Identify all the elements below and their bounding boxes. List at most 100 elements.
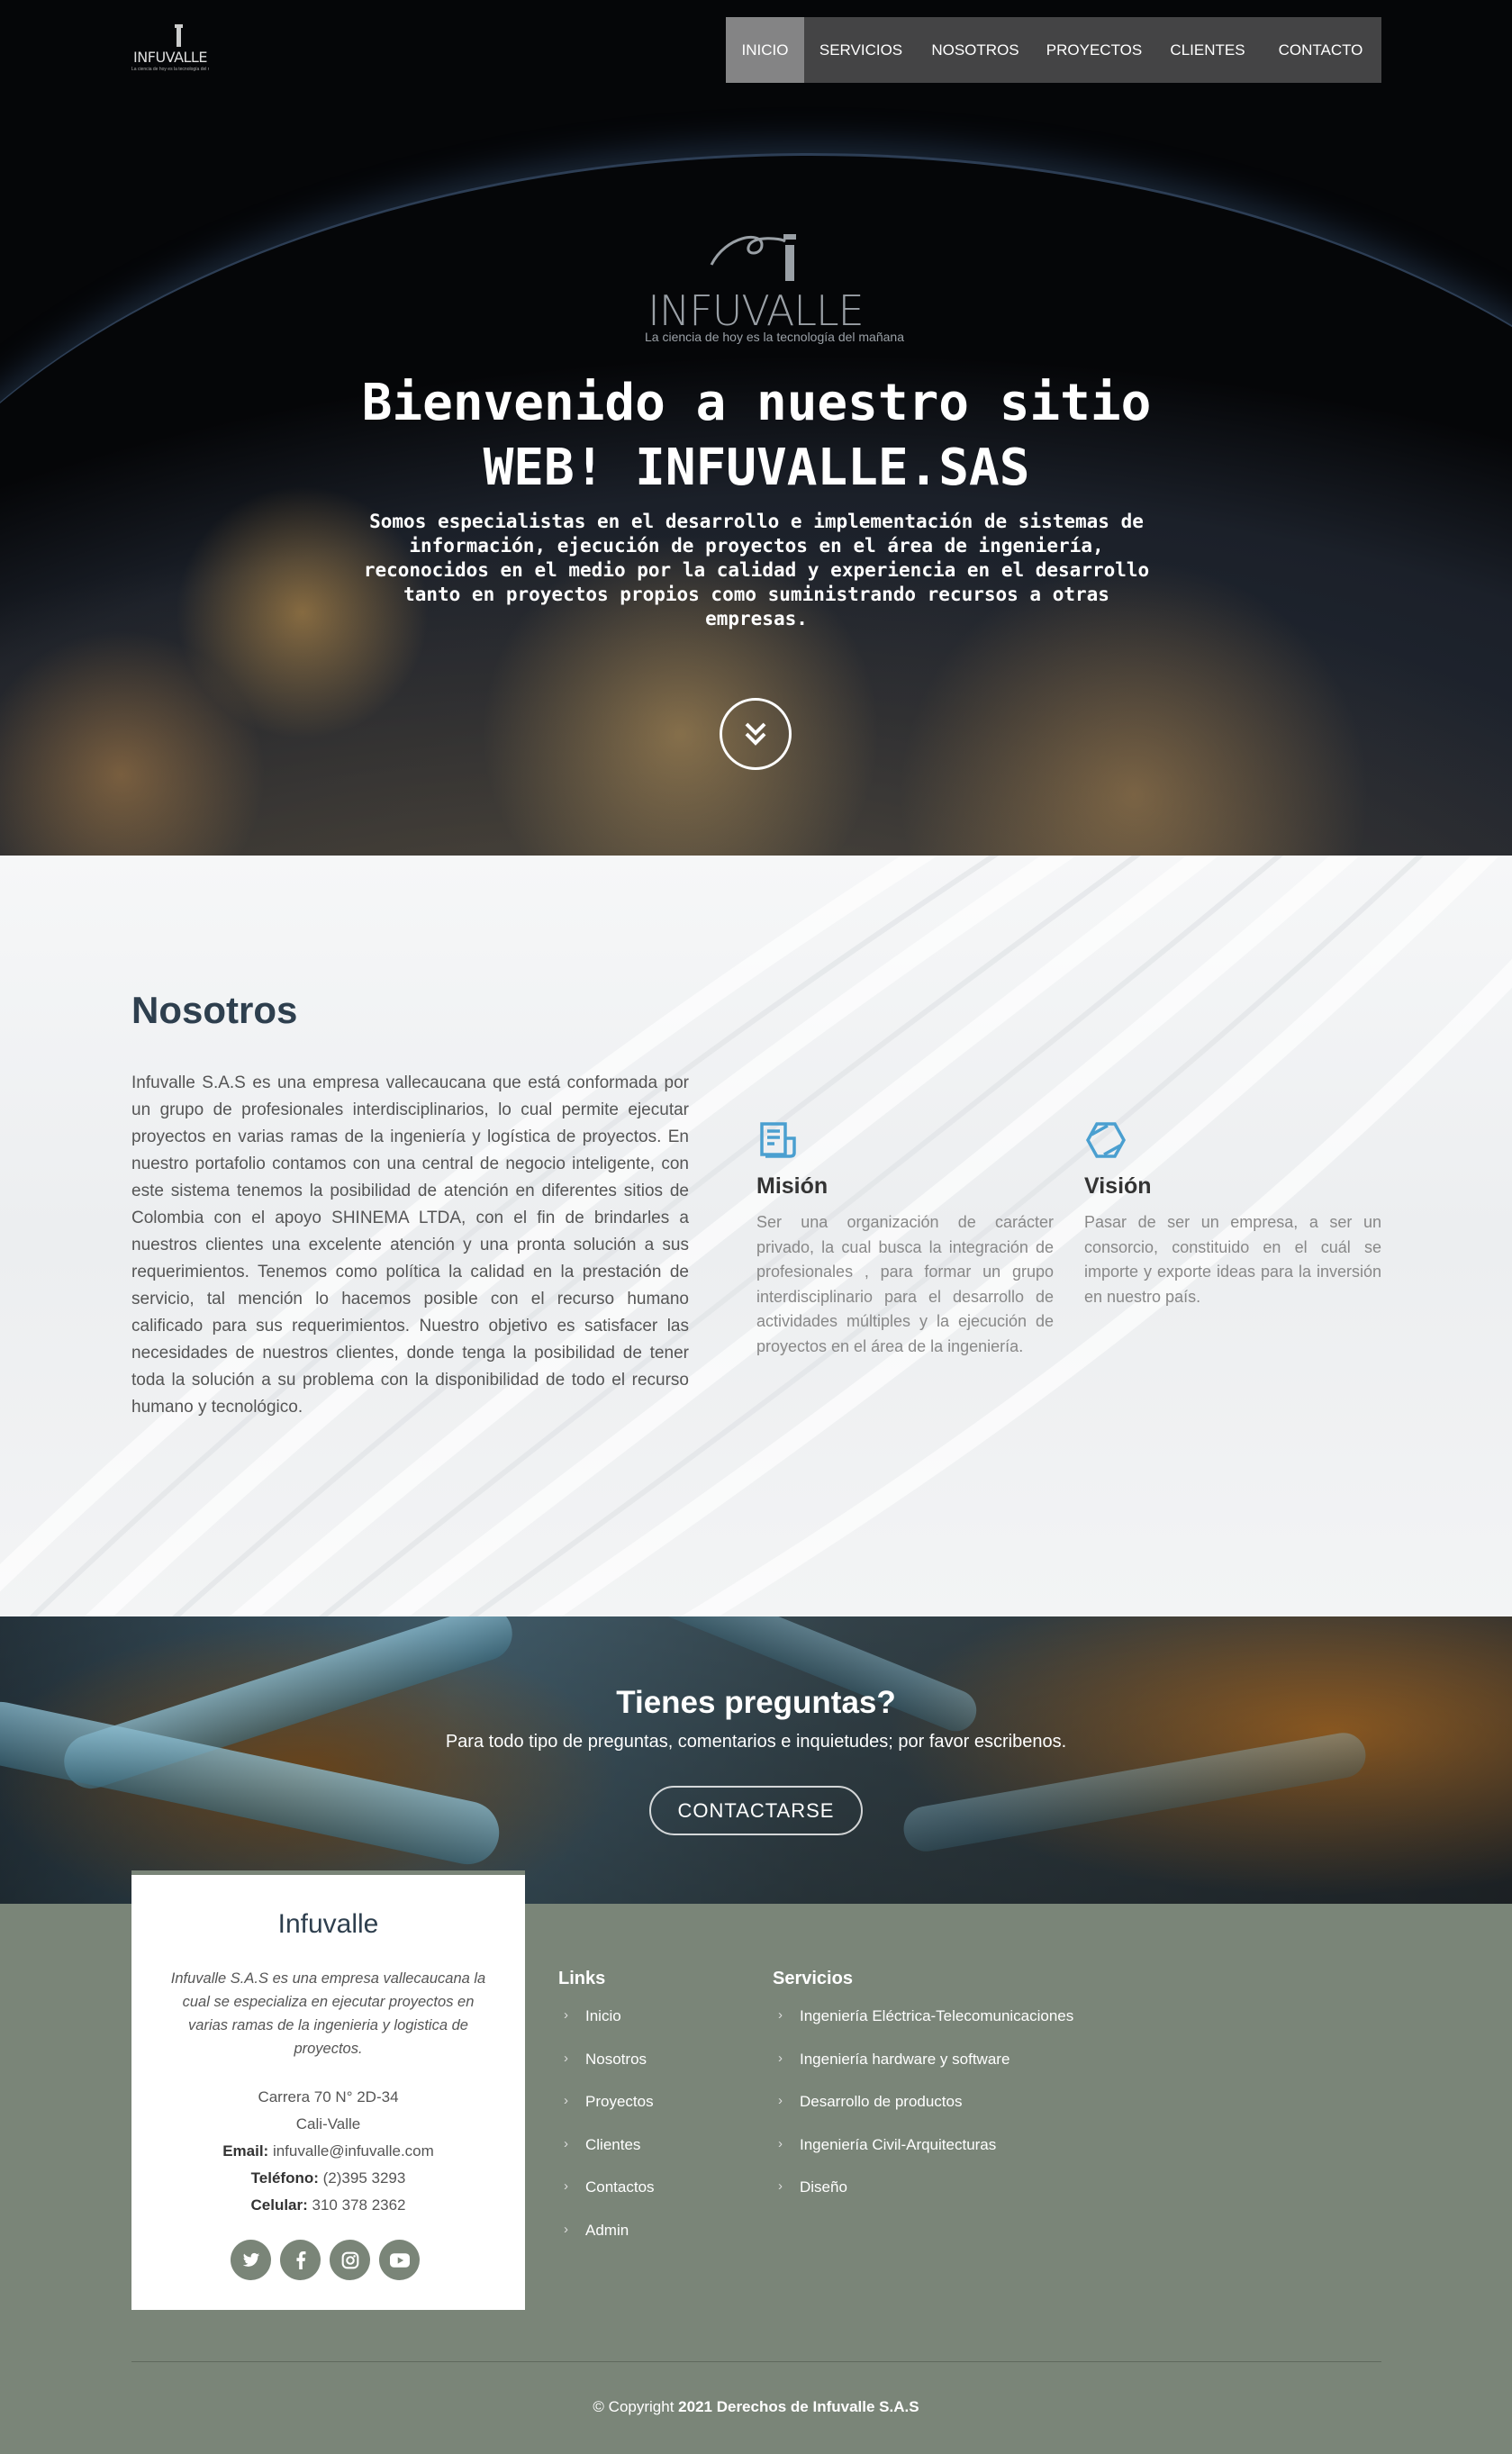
document-icon [760,1122,796,1158]
header-logo-text: INFUVALLE [133,49,207,66]
facebook-button[interactable] [280,2240,321,2280]
about-body: Infuvalle S.A.S es una empresa vallecauc… [131,1073,689,1417]
chevron-right-icon: › [564,2135,568,2151]
mision-card: Misión Ser una organización de carácter … [756,1118,1054,1359]
footer-links-column: Links › Inicio › Nosotros › Proyectos › Clie… [558,1969,655,2264]
cell-value: 310 378 2362 [312,2196,406,2214]
chevron-right-icon: › [778,2007,783,2023]
address-line-1: Carrera 70 N° 2D-34 [258,2088,399,2105]
chevron-right-icon: › [564,2093,568,2108]
footer-divider [131,2361,1381,2362]
cta-text: Para todo tipo de preguntas, comentarios… [445,1732,1067,1752]
footer-service-item[interactable]: › Ingeniería hardware y software [773,2051,1073,2094]
header-logo[interactable]: INFUVALLE La ciencia de hoy es la tecnol… [131,24,209,74]
chevron-right-icon: › [778,2135,783,2151]
chevron-right-icon: › [564,2178,568,2194]
chevron-right-icon: › [778,2093,783,2108]
footer-service-item[interactable]: › Ingeniería Civil-Arquitecturas [773,2136,1073,2179]
hero-title: Bienvenido a nuestro sitio WEB! INFUVALL… [306,371,1207,501]
instagram-button[interactable] [330,2240,370,2280]
copyright: © Copyright 2021 Derechos de Infuvalle S… [0,2398,1512,2416]
about-section: Nosotros Infuvalle S.A.S es una empresa … [0,856,1512,1616]
footer-service-label: Ingeniería Civil-Arquitecturas [800,2135,997,2153]
chevron-right-icon: › [778,2178,783,2194]
hero-section: INFUVALLE La ciencia de hoy es la tecnol… [0,0,1512,856]
double-chevron-down-icon [745,722,766,746]
footer-link-label: Inicio [585,2007,621,2024]
vision-text: Pasar de ser un empresa, a ser un consor… [1084,1213,1381,1306]
hexagon-icon [1085,1122,1127,1158]
footer-link-contactos[interactable]: › Contactos [558,2178,655,2222]
footer-link-label: Clientes [585,2135,641,2153]
chevron-right-icon: › [778,2050,783,2066]
footer-service-label: Ingeniería Eléctrica-Telecomunicaciones [800,2007,1074,2024]
vision-card: Visión Pasar de ser un empresa, a ser un… [1084,1118,1381,1309]
footer-link-label: Contactos [585,2178,655,2196]
logo-swirl-icon [710,234,796,281]
scroll-down-button[interactable] [720,698,792,770]
instagram-icon [341,2251,358,2268]
footer-link-nosotros[interactable]: › Nosotros [558,2051,655,2094]
footer-link-inicio[interactable]: › Inicio [558,2007,655,2051]
footer-link-label: Proyectos [585,2093,654,2110]
footer-service-label: Desarrollo de productos [800,2093,963,2110]
nav-item-contacto[interactable]: CONTACTO [1260,17,1381,83]
footer-service-item[interactable]: › Ingeniería Eléctrica-Telecomunicaciones [773,2007,1073,2051]
phone-label: Teléfono: [250,2169,319,2187]
social-links [231,2240,420,2280]
header-logo-tagline: La ciencia de hoy es la tecnología del m… [131,67,209,72]
address-line-2: Cali-Valle [295,2115,361,2133]
cell-label: Celular: [250,2196,308,2214]
footer-link-label: Admin [585,2221,629,2239]
footer-service-item[interactable]: › Desarrollo de productos [773,2093,1073,2136]
footer-services-column: Servicios › Ingeniería Eléctrica-Telecomu… [773,1969,1073,2222]
phone-value: (2)395 3293 [322,2169,406,2187]
nav-item-proyectos[interactable]: PROYECTOS [1033,17,1155,83]
main-nav: INICIO SERVICIOS NOSOTROS PROYECTOS CLIE… [726,17,1381,83]
twitter-button[interactable] [231,2240,271,2280]
footer-service-label: Diseño [800,2178,847,2196]
logo-mark [177,27,181,47]
hero-subtitle: Somos especialistas en el desarrollo e i… [363,511,1150,629]
nav-item-inicio[interactable]: INICIO [726,17,804,83]
youtube-button[interactable] [379,2240,420,2280]
phone-row: Teléfono: (2)395 3293 [131,2165,525,2192]
footer-link-proyectos[interactable]: › Proyectos [558,2093,655,2136]
chevron-right-icon: › [564,2221,568,2237]
chevron-right-icon: › [564,2050,568,2066]
twitter-icon [242,2252,259,2267]
footer-card-title: Infuvalle [277,1909,379,1939]
chevron-right-icon: › [564,2007,568,2023]
services-title: Servicios [773,1969,853,1988]
hero-logo-text: INFUVALLE [647,286,864,335]
footer-link-admin[interactable]: › Admin [558,2222,655,2265]
footer-service-item[interactable]: › Diseño [773,2178,1073,2222]
vision-title: Visión [1084,1173,1152,1199]
email-value[interactable]: infuvalle@infuvalle.com [273,2142,434,2160]
mision-text: Ser una organización de carácter privado… [756,1213,1054,1355]
links-title: Links [558,1969,606,1988]
about-title: Nosotros [131,989,298,1031]
footer-info-card: Infuvalle Infuvalle S.A.S es una empresa… [131,1870,525,2310]
footer-link-label: Nosotros [585,2050,647,2068]
contact-button[interactable]: CONTACTARSE [649,1786,863,1835]
footer-link-clientes[interactable]: › Clientes [558,2136,655,2179]
footer-contact-info: Carrera 70 N° 2D-34 Cali-Valle Email: in… [131,2084,525,2219]
mision-title: Misión [756,1173,828,1199]
contact-cta-section: Tienes preguntas? Para todo tipo de preg… [0,1616,1512,1904]
copyright-prefix: © Copyright [593,2398,675,2415]
nav-item-clientes[interactable]: CLIENTES [1155,17,1260,83]
nav-item-nosotros[interactable]: NOSOTROS [918,17,1033,83]
nav-item-servicios[interactable]: SERVICIOS [804,17,918,83]
hero-title-line-1: Bienvenido a nuestro sitio [361,374,1152,432]
footer-card-description: Infuvalle S.A.S es una empresa vallecauc… [170,1970,486,2057]
hero-logo-tagline: La ciencia de hoy es la tecnología del m… [645,330,904,344]
cell-row: Celular: 310 378 2362 [131,2192,525,2219]
email-label: Email: [222,2142,269,2160]
hero-logo: INFUVALLE La ciencia de hoy es la tecnol… [645,229,904,346]
youtube-icon [389,2252,410,2268]
email-row: Email: infuvalle@infuvalle.com [131,2138,525,2165]
hero-title-line-2: WEB! INFUVALLE.SAS [483,439,1030,497]
facebook-icon [295,2250,305,2269]
cta-title: Tienes preguntas? [616,1685,896,1720]
